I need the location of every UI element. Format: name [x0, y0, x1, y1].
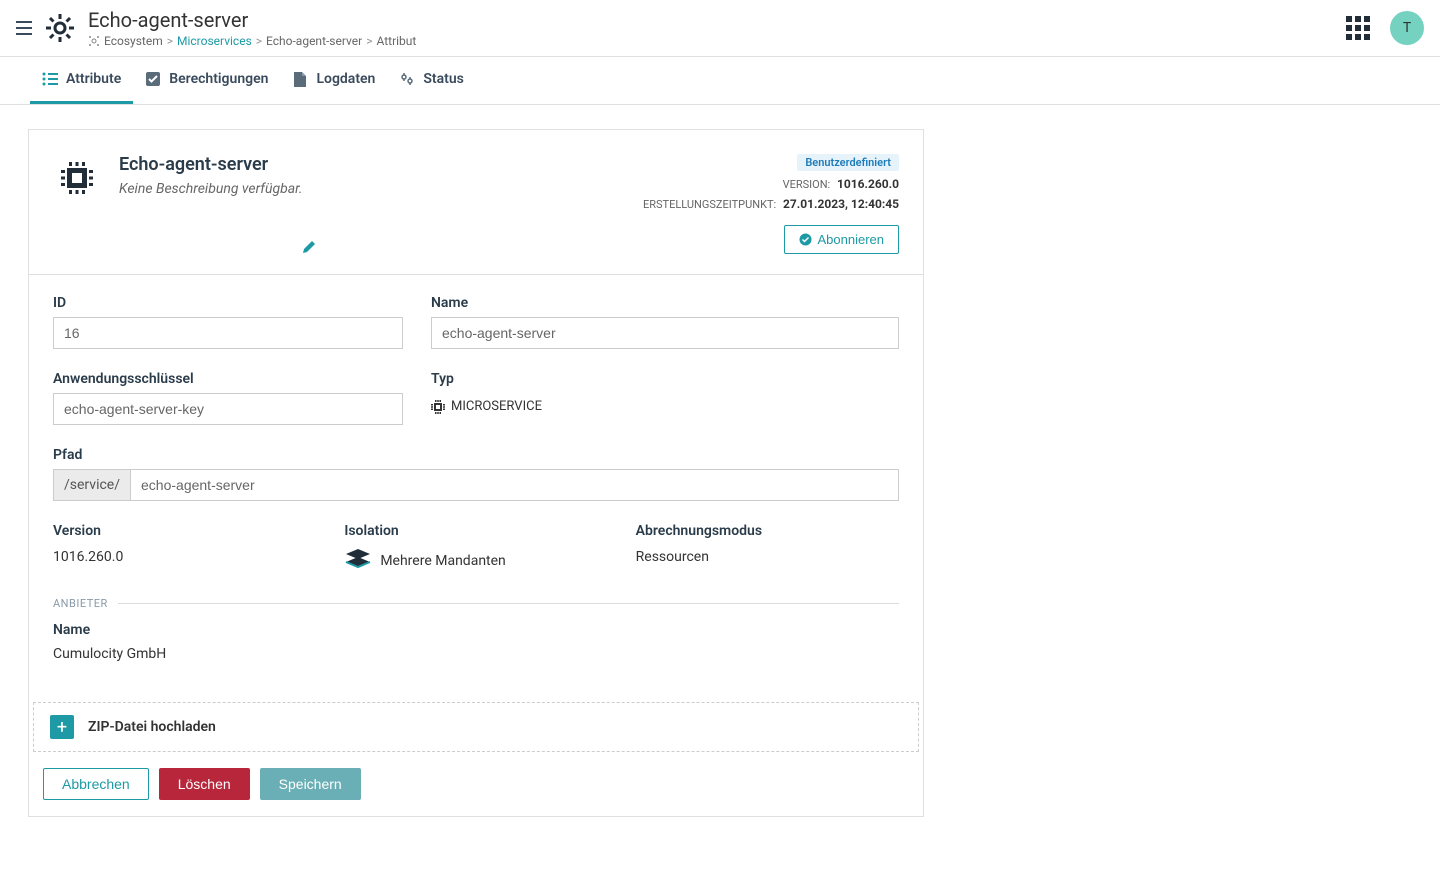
- plus-icon: +: [50, 715, 74, 739]
- path-input[interactable]: [130, 469, 899, 501]
- name-label: Name: [431, 295, 899, 311]
- cancel-button[interactable]: Abbrechen: [43, 768, 149, 800]
- gear-status-icon: [399, 71, 415, 87]
- id-input[interactable]: [53, 317, 403, 349]
- check-circle-icon: [799, 233, 812, 246]
- microservice-card: Echo-agent-server Keine Beschreibung ver…: [28, 129, 924, 817]
- breadcrumb-item[interactable]: Ecosystem: [104, 34, 163, 48]
- name-input[interactable]: [431, 317, 899, 349]
- app-header: Echo-agent-server Ecosystem > Microservi…: [0, 0, 1440, 57]
- save-button[interactable]: Speichern: [260, 768, 361, 800]
- file-icon: [292, 71, 308, 87]
- breadcrumb-item: Attribut: [376, 34, 416, 48]
- chip-icon: [53, 154, 101, 202]
- breadcrumb-icon: [88, 35, 100, 47]
- upload-zone[interactable]: + ZIP-Datei hochladen: [33, 702, 919, 752]
- appkey-label: Anwendungsschlüssel: [53, 371, 403, 387]
- app-switcher-icon[interactable]: [1346, 16, 1370, 40]
- isolation-value: Mehrere Mandanten: [344, 549, 607, 573]
- card-title: Echo-agent-server: [119, 154, 302, 175]
- version-label: Version: [53, 523, 316, 539]
- user-avatar[interactable]: T: [1390, 11, 1424, 45]
- provider-name-value: Cumulocity GmbH: [53, 646, 899, 662]
- billing-label: Abrechnungsmodus: [636, 523, 899, 539]
- delete-button[interactable]: Löschen: [159, 768, 250, 800]
- type-label: Typ: [431, 371, 899, 387]
- version-meta: VERSION: 1016.260.0: [783, 177, 899, 191]
- layers-icon: [344, 549, 372, 573]
- path-prefix: /service/: [53, 469, 130, 501]
- provider-section-label: ANBIETER: [53, 597, 108, 610]
- upload-label: ZIP-Datei hochladen: [88, 719, 216, 735]
- app-gear-icon: [44, 12, 76, 44]
- path-label: Pfad: [53, 447, 899, 463]
- created-meta: ERSTELLUNGSZEITPUNKT: 27.01.2023, 12:40:…: [643, 197, 899, 211]
- tab-logs[interactable]: Logdaten: [280, 57, 387, 104]
- subscribe-button[interactable]: Abonnieren: [784, 225, 900, 254]
- custom-badge: Benutzerdefiniert: [797, 154, 899, 171]
- tab-label: Status: [423, 71, 463, 87]
- menu-toggle-icon[interactable]: [16, 21, 32, 35]
- chip-small-icon: [431, 400, 445, 414]
- breadcrumb-item[interactable]: Echo-agent-server: [266, 34, 362, 48]
- billing-value: Ressourcen: [636, 549, 899, 565]
- page-title: Echo-agent-server: [88, 8, 416, 32]
- type-value: MICROSERVICE: [431, 393, 899, 414]
- tab-permissions[interactable]: Berechtigungen: [133, 57, 280, 104]
- provider-name-label: Name: [53, 622, 899, 638]
- tab-label: Logdaten: [316, 71, 375, 87]
- tab-label: Berechtigungen: [169, 71, 268, 87]
- list-icon: [42, 71, 58, 87]
- tab-bar: Attribute Berechtigungen Logdaten Status: [0, 57, 1440, 105]
- edit-icon[interactable]: [302, 240, 316, 254]
- card-description: Keine Beschreibung verfügbar.: [119, 181, 302, 197]
- tab-status[interactable]: Status: [387, 57, 475, 104]
- tab-attribute[interactable]: Attribute: [30, 57, 133, 104]
- tab-label: Attribute: [66, 71, 121, 87]
- breadcrumb: Ecosystem > Microservices > Echo-agent-s…: [88, 34, 416, 48]
- id-label: ID: [53, 295, 403, 311]
- isolation-label: Isolation: [344, 523, 607, 539]
- breadcrumb-link[interactable]: Microservices: [177, 34, 252, 48]
- appkey-input[interactable]: [53, 393, 403, 425]
- check-square-icon: [145, 71, 161, 87]
- version-value: 1016.260.0: [53, 549, 316, 565]
